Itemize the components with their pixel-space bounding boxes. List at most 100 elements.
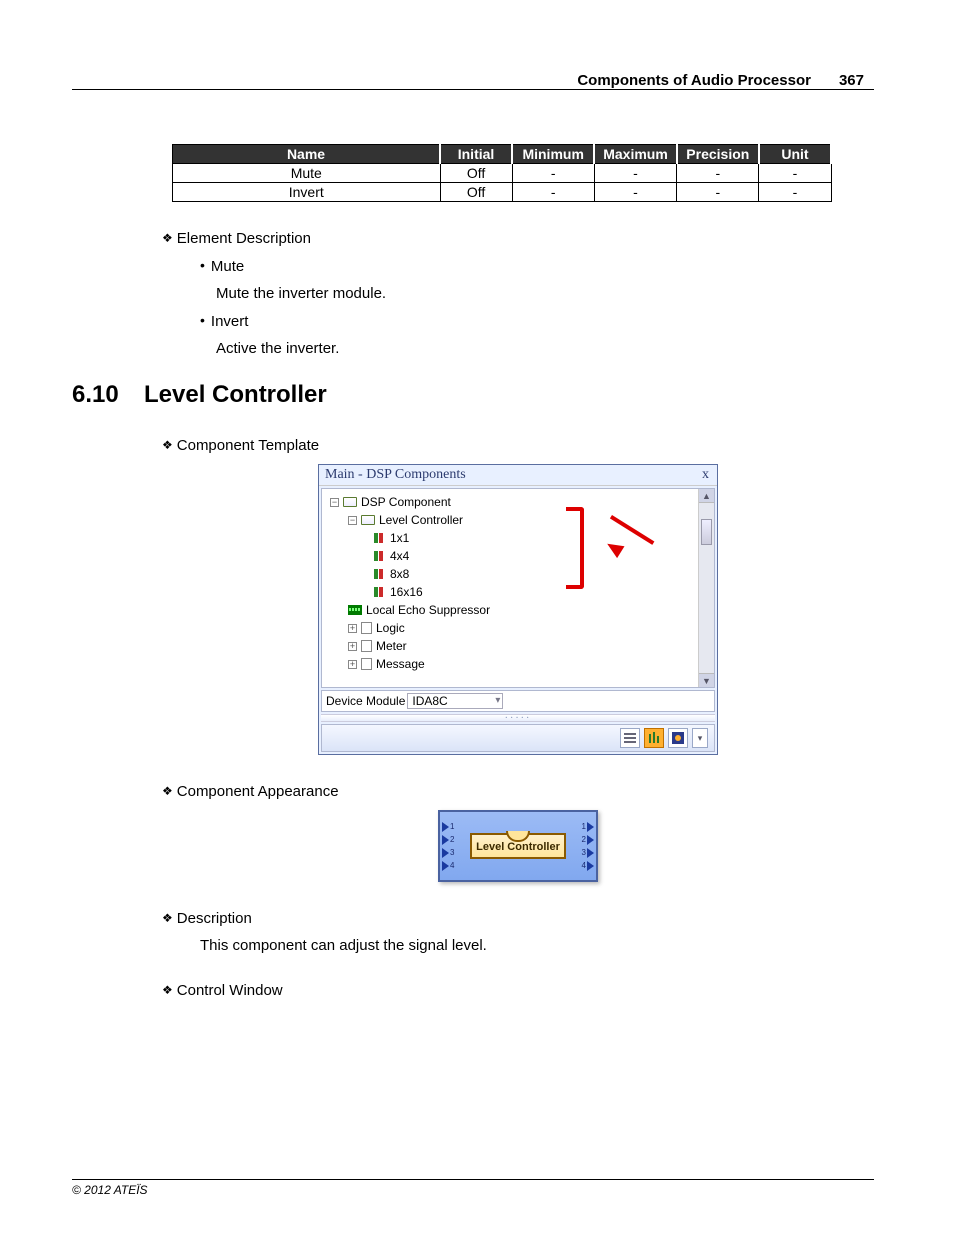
bullet-diamond-icon: ❖ bbox=[162, 231, 173, 245]
red-bracket-annotation bbox=[566, 507, 584, 589]
bullet-diamond-icon: ❖ bbox=[162, 911, 173, 925]
tree-item-16x16[interactable]: 16x16 bbox=[326, 583, 712, 601]
folder-icon bbox=[361, 622, 372, 634]
th-min: Minimum bbox=[512, 145, 594, 164]
level-controller-icon bbox=[374, 533, 386, 543]
port-label: 4 bbox=[582, 860, 594, 871]
vertical-scrollbar[interactable]: ▲ ▼ bbox=[698, 489, 714, 687]
tree-item-meter[interactable]: + Meter bbox=[326, 637, 712, 655]
tree-item-les[interactable]: Local Echo Suppressor bbox=[326, 601, 712, 619]
folder-open-icon bbox=[361, 515, 375, 525]
cell-prec: - bbox=[677, 183, 759, 202]
expand-icon[interactable]: + bbox=[348, 660, 357, 669]
bullet-diamond-icon: ❖ bbox=[162, 784, 173, 798]
description-heading: Description bbox=[177, 910, 252, 927]
port-label: 2 bbox=[442, 834, 454, 845]
th-max: Maximum bbox=[594, 145, 676, 164]
control-window-heading: Control Window bbox=[177, 982, 283, 999]
cell-max: - bbox=[594, 164, 676, 183]
red-arrow-annotation bbox=[594, 511, 662, 559]
dsp-toolbar: ▾ bbox=[321, 724, 715, 752]
collapse-icon[interactable]: − bbox=[348, 516, 357, 525]
device-module-label: Device Module bbox=[326, 694, 405, 708]
th-initial: Initial bbox=[440, 145, 512, 164]
scroll-thumb[interactable] bbox=[701, 519, 712, 545]
bullet-diamond-icon: ❖ bbox=[162, 983, 173, 997]
table-row: Invert Off - - - - bbox=[173, 183, 832, 202]
tree-label: Meter bbox=[376, 639, 407, 653]
port-label: 4 bbox=[442, 860, 454, 871]
parameter-table: Name Initial Minimum Maximum Precision U… bbox=[172, 144, 832, 202]
input-ports: 1 2 3 4 bbox=[442, 820, 454, 872]
cell-name: Invert bbox=[173, 183, 441, 202]
cell-name: Mute bbox=[173, 164, 441, 183]
section-number: 6.10 bbox=[72, 381, 144, 409]
tree-label: 1x1 bbox=[390, 531, 409, 545]
component-block-label: Level Controller bbox=[470, 833, 566, 859]
cell-init: Off bbox=[440, 183, 512, 202]
tree-item-message[interactable]: +Message bbox=[326, 655, 712, 673]
tree-item-root[interactable]: − DSP Component bbox=[326, 493, 712, 511]
folder-open-icon bbox=[343, 497, 357, 507]
invert-heading: Invert bbox=[211, 313, 249, 330]
mute-body: Mute the inverter module. bbox=[216, 285, 874, 302]
bullet-dot-icon: • bbox=[200, 312, 205, 328]
port-label: 1 bbox=[582, 821, 594, 832]
cell-min: - bbox=[512, 164, 594, 183]
echo-suppressor-icon bbox=[348, 605, 362, 615]
table-row: Mute Off - - - - bbox=[173, 164, 832, 183]
bullet-dot-icon: • bbox=[200, 257, 205, 273]
tree-label: Local Echo Suppressor bbox=[366, 603, 490, 617]
mute-heading: Mute bbox=[211, 258, 244, 275]
cell-unit: - bbox=[759, 183, 831, 202]
scroll-up-icon[interactable]: ▲ bbox=[699, 489, 714, 503]
tree-label: 8x8 bbox=[390, 567, 409, 581]
collapse-icon[interactable]: − bbox=[330, 498, 339, 507]
tree-label: Level Controller bbox=[379, 513, 463, 527]
cell-max: - bbox=[594, 183, 676, 202]
th-prec: Precision bbox=[677, 145, 759, 164]
dsp-components-window: Main - DSP Components x −DSP Component −… bbox=[318, 464, 718, 755]
section-title: Level Controller bbox=[144, 381, 327, 408]
toolbar-list-icon[interactable] bbox=[620, 728, 640, 748]
port-label: 3 bbox=[582, 847, 594, 858]
cell-prec: - bbox=[677, 164, 759, 183]
port-label: 2 bbox=[582, 834, 594, 845]
toolbar-bars-icon[interactable] bbox=[644, 728, 664, 748]
tree-label: 16x16 bbox=[390, 585, 423, 599]
port-label: 1 bbox=[442, 821, 454, 832]
level-controller-icon bbox=[374, 569, 386, 579]
component-appearance-figure: 1 2 3 4 Level Controller 1 2 3 4 bbox=[438, 810, 598, 882]
component-template-heading: Component Template bbox=[177, 437, 319, 454]
component-appearance-heading: Component Appearance bbox=[177, 783, 339, 800]
bullet-diamond-icon: ❖ bbox=[162, 438, 173, 452]
copyright-footer: © 2012 ATEÏS bbox=[72, 1183, 148, 1197]
section-heading: 6.10Level Controller bbox=[72, 381, 874, 409]
level-controller-icon bbox=[374, 551, 386, 561]
level-controller-icon bbox=[374, 587, 386, 597]
close-icon[interactable]: x bbox=[702, 467, 709, 483]
cell-min: - bbox=[512, 183, 594, 202]
description-body: This component can adjust the signal lev… bbox=[200, 937, 874, 954]
expand-icon[interactable]: + bbox=[348, 642, 357, 651]
device-module-dropdown[interactable]: IDA8C bbox=[407, 693, 503, 709]
invert-body: Active the inverter. bbox=[216, 340, 874, 357]
th-name: Name bbox=[173, 145, 441, 164]
cell-unit: - bbox=[759, 164, 831, 183]
toolbar-gear-icon[interactable] bbox=[668, 728, 688, 748]
tree-label: 4x4 bbox=[390, 549, 409, 563]
tree-item-8x8[interactable]: 8x8 bbox=[326, 565, 712, 583]
tree-label: DSP Component bbox=[361, 495, 451, 509]
page-number: 367 bbox=[829, 72, 874, 89]
port-label: 3 bbox=[442, 847, 454, 858]
expand-icon[interactable]: + bbox=[348, 624, 357, 633]
tree-item-logic[interactable]: +Logic bbox=[326, 619, 712, 637]
cell-init: Off bbox=[440, 164, 512, 183]
folder-icon bbox=[361, 658, 372, 670]
chapter-title: Components of Audio Processor bbox=[577, 72, 829, 89]
th-unit: Unit bbox=[759, 145, 831, 164]
splitter-handle[interactable] bbox=[321, 714, 715, 722]
toolbar-dropdown-icon[interactable]: ▾ bbox=[692, 728, 708, 748]
scroll-down-icon[interactable]: ▼ bbox=[699, 673, 714, 687]
output-ports: 1 2 3 4 bbox=[582, 820, 594, 872]
